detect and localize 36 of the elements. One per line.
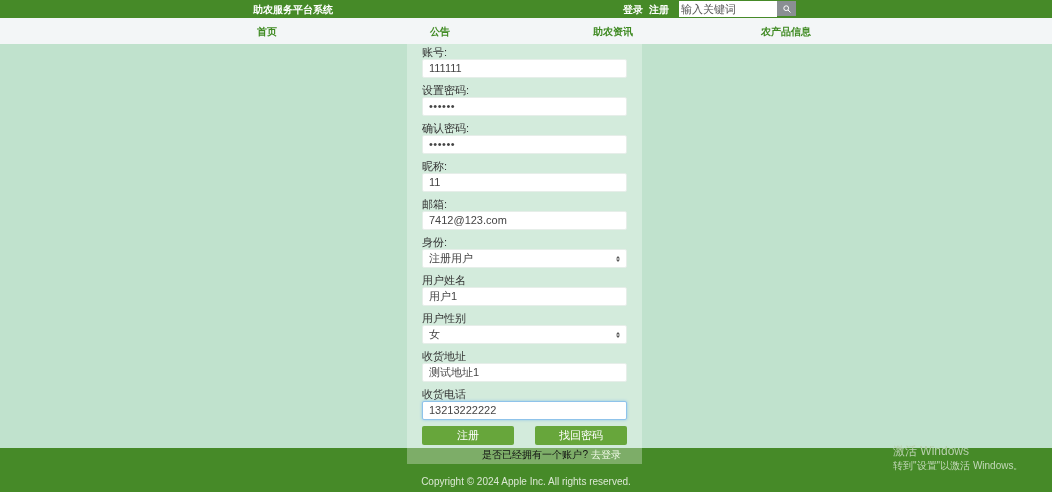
field-label: 确认密码: <box>422 121 470 135</box>
field-label: 收货地址 <box>422 349 466 363</box>
nav-link[interactable]: 农产品信息 <box>760 23 811 39</box>
site-title: 助农服务平台系统 <box>253 2 333 17</box>
field-label: 收货电话 <box>422 387 466 401</box>
activation-title: 激活 Windows <box>893 444 970 458</box>
updown-caret-icon <box>616 255 620 262</box>
header-link[interactable]: 登录 <box>623 1 643 17</box>
password-field[interactable]: •••••• <box>422 135 627 154</box>
login-prompt: 是否已经拥有一个账户? <box>482 448 588 461</box>
updown-caret-icon <box>616 331 620 338</box>
field-label: 用户性别 <box>422 311 466 325</box>
nav-link[interactable]: 公告 <box>429 23 450 39</box>
field-label: 邮箱: <box>422 197 448 211</box>
field-label: 设置密码: <box>422 83 470 97</box>
input-field[interactable]: 测试地址1 <box>422 363 627 382</box>
password-field[interactable]: •••••• <box>422 97 627 116</box>
field-label: 账号: <box>422 45 448 59</box>
select-field[interactable]: 女 <box>422 325 627 344</box>
input-field[interactable]: 13213222222 <box>422 401 627 420</box>
header-link[interactable]: 注册 <box>649 1 669 17</box>
copyright-text: Copyright © 2024 Apple Inc. All rights reserved. <box>421 474 631 489</box>
field-label: 用户姓名 <box>422 273 466 287</box>
input-field[interactable]: 11 <box>422 173 627 192</box>
nav-link[interactable]: 首页 <box>256 23 277 39</box>
input-field[interactable]: 111111 <box>422 59 627 78</box>
activation-subtitle: 转到"设置"以激活 Windows。 <box>893 459 1024 473</box>
search-icon <box>782 4 791 13</box>
nav-link[interactable]: 助农资讯 <box>592 23 633 39</box>
select-field[interactable]: 注册用户 <box>422 249 627 268</box>
field-label: 昵称: <box>422 159 448 173</box>
input-field[interactable]: 用户1 <box>422 287 627 306</box>
search-field[interactable]: 输入关键词 <box>679 1 777 17</box>
field-label: 身份: <box>422 235 448 249</box>
search-button[interactable] <box>777 1 796 16</box>
input-field[interactable]: 7412@123.com <box>422 211 627 230</box>
